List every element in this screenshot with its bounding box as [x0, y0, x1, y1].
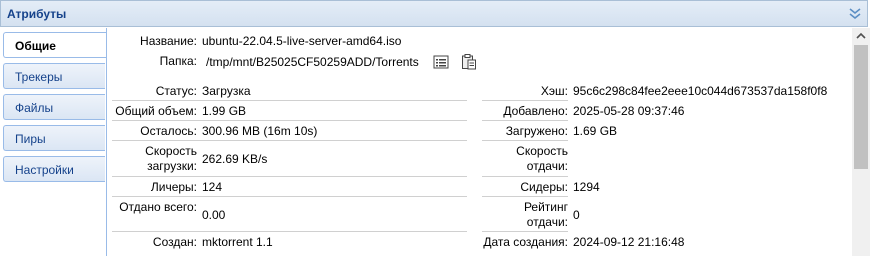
leechers-label: Личеры: — [150, 180, 197, 194]
panel-title: Атрибуты — [7, 7, 67, 21]
name-value: ubuntu-22.04.5-live-server-amd64.iso — [202, 34, 402, 48]
created-by-value: mktorrent 1.1 — [202, 235, 273, 249]
clipboard-icon[interactable] — [461, 53, 477, 70]
downloaded-value: 1.69 GB — [573, 124, 618, 138]
status-value: Загрузка — [202, 84, 251, 98]
creation-date-value: 2024-09-12 21:16:48 — [573, 235, 685, 249]
added-label: Добавлено: — [503, 104, 568, 118]
divider — [112, 196, 467, 197]
divider — [112, 100, 467, 101]
divider — [482, 140, 568, 141]
uploaded-total-value: 0.00 — [202, 208, 226, 222]
divider — [112, 231, 467, 232]
general-info-panel: Название: ubuntu-22.04.5-live-server-amd… — [106, 28, 853, 256]
ratio-value: 0 — [573, 208, 580, 222]
tab-settings[interactable]: Настройки — [3, 156, 105, 182]
folder-label: Папка: — [159, 54, 197, 68]
folder-value: /tmp/mnt/B25025CF50259ADD/Torrents — [206, 55, 419, 69]
tab-files[interactable]: Файлы — [3, 94, 105, 120]
status-label: Статус: — [155, 84, 197, 98]
remaining-value: 300.96 MB (16m 10s) — [202, 124, 318, 138]
seeders-value: 1294 — [573, 180, 600, 194]
remaining-label: Осталось: — [140, 124, 197, 138]
tab-label: Общие — [15, 39, 56, 53]
seeders-label: Сидеры: — [520, 180, 568, 194]
divider — [112, 120, 467, 121]
tab-label: Трекеры — [15, 70, 63, 84]
download-speed-value: 262.69 KB/s — [202, 152, 268, 166]
ratio-label-line2: отдачи: — [526, 215, 568, 229]
ratio-label-line1: Рейтинг — [523, 200, 568, 214]
download-speed-label-line1: Скорость — [145, 144, 197, 158]
hash-label: Хэш: — [540, 84, 568, 98]
divider — [482, 196, 568, 197]
tab-label: Файлы — [15, 101, 54, 115]
divider — [482, 176, 568, 177]
name-label: Название: — [140, 34, 197, 48]
uploaded-total-label: Отдано всего: — [119, 200, 197, 214]
hash-value: 95c6c298c84fee2eee10c044d673537da158f0f8 — [573, 84, 828, 98]
tab-label: Настройки — [15, 163, 74, 177]
tab-peers[interactable]: Пиры — [3, 125, 105, 151]
tab-label: Пиры — [15, 132, 46, 146]
tab-general[interactable]: Общие — [3, 32, 106, 58]
attributes-panel-header: Атрибуты — [0, 0, 868, 27]
divider — [112, 140, 467, 141]
downloaded-label: Загружено: — [505, 124, 568, 138]
created-by-label: Создан: — [152, 235, 197, 249]
tab-strip: Общие Трекеры Файлы Пиры Настройки — [0, 28, 106, 256]
download-speed-label-line2: загрузки: — [147, 159, 197, 173]
tab-trackers[interactable]: Трекеры — [3, 63, 105, 89]
divider — [482, 120, 568, 121]
double-chevron-down-icon[interactable] — [849, 8, 861, 20]
list-icon[interactable] — [433, 54, 449, 70]
vertical-scrollbar[interactable] — [852, 28, 870, 256]
scrollbar-thumb[interactable] — [854, 45, 868, 169]
divider — [112, 176, 467, 177]
divider — [482, 100, 568, 101]
upload-speed-label-line2: отдачи: — [526, 159, 568, 173]
total-size-value: 1.99 GB — [202, 104, 247, 118]
total-size-label: Общий объем: — [115, 104, 197, 118]
scroll-up-button[interactable] — [852, 28, 870, 44]
creation-date-label: Дата создания: — [483, 235, 568, 249]
added-value: 2025-05-28 09:37:46 — [573, 104, 685, 118]
upload-speed-label-line1: Скорость — [516, 144, 568, 158]
divider — [482, 231, 568, 232]
leechers-value: 124 — [202, 180, 223, 194]
